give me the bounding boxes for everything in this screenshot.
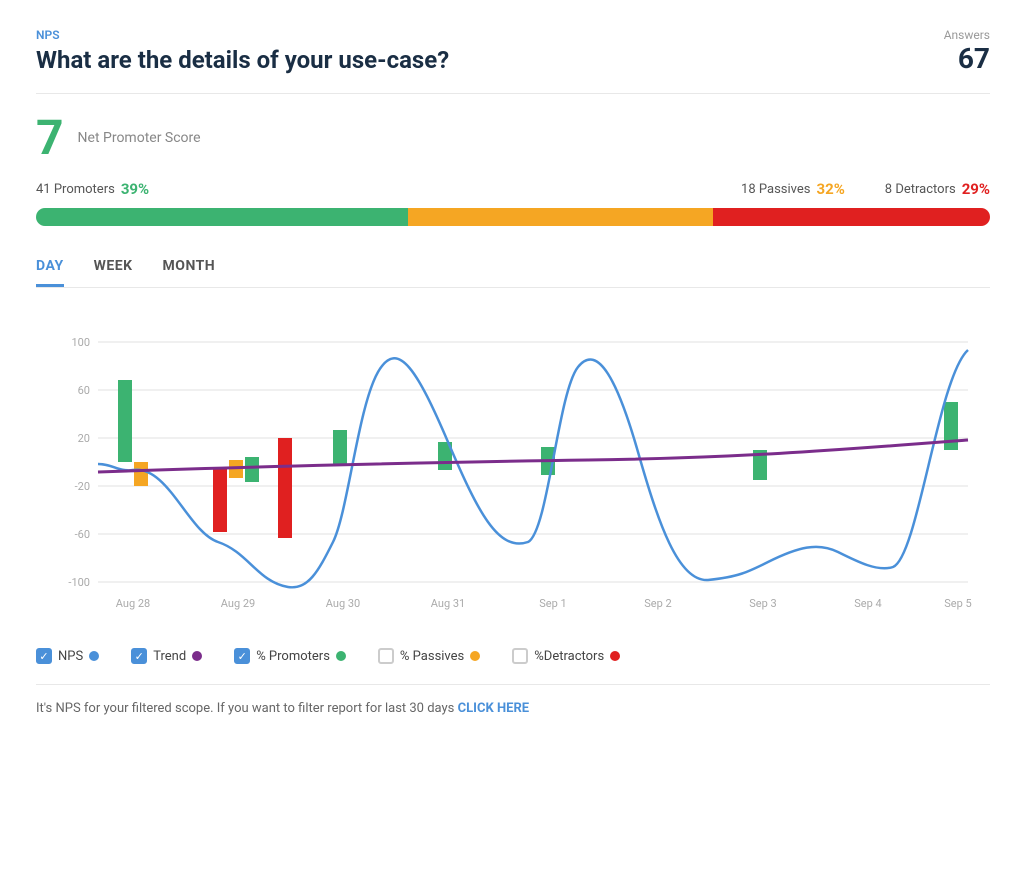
chart-area: 100 60 20 -20 -60 -100 Aug 28 Aug 29 Aug…	[36, 312, 990, 632]
svg-text:Sep 3: Sep 3	[749, 597, 776, 610]
trend-line	[98, 440, 968, 472]
tab-week[interactable]: WEEK	[94, 250, 133, 287]
bar-promoter-1	[118, 380, 132, 462]
detractors-bar	[713, 208, 990, 226]
svg-text:-20: -20	[75, 480, 90, 493]
legend-dot-passives	[470, 651, 480, 661]
nps-label: NPS	[36, 28, 449, 42]
legend-nps: ✓ NPS	[36, 648, 99, 664]
tabs-container: DAY WEEK MONTH	[36, 250, 990, 287]
svg-text:Aug 31: Aug 31	[431, 597, 465, 610]
net-promoter-label: Net Promoter Score	[78, 130, 201, 146]
legend-checkbox-promoters[interactable]: ✓	[234, 648, 250, 664]
svg-text:Sep 4: Sep 4	[854, 597, 881, 610]
tab-month[interactable]: MONTH	[163, 250, 216, 287]
bar-detractor-2	[213, 467, 227, 532]
footer-text: It's NPS for your filtered scope. If you…	[36, 701, 454, 716]
promoters-count: 41 Promoters	[36, 182, 115, 197]
svg-text:Aug 28: Aug 28	[116, 597, 150, 610]
legend-nps-label: NPS	[58, 649, 83, 664]
legend-checkbox-nps[interactable]: ✓	[36, 648, 52, 664]
legend-trend: ✓ Trend	[131, 648, 202, 664]
bar-promoter-3	[333, 430, 347, 465]
footer: It's NPS for your filtered scope. If you…	[36, 684, 990, 716]
answers-value: 67	[958, 42, 990, 75]
legend-passives: % Passives	[378, 648, 480, 664]
legend-checkbox-trend[interactable]: ✓	[131, 648, 147, 664]
legend-promoters-label: % Promoters	[256, 649, 330, 664]
passives-bar	[408, 208, 713, 226]
legend-dot-detractors	[610, 651, 620, 661]
legend-promoters: ✓ % Promoters	[234, 648, 346, 664]
legend-passives-label: % Passives	[400, 649, 464, 664]
svg-text:100: 100	[71, 336, 90, 349]
score-section: 7 Net Promoter Score	[36, 114, 990, 162]
legend-trend-label: Trend	[153, 649, 186, 664]
passives-count: 18 Passives	[741, 182, 810, 197]
detractors-count: 8 Detractors	[885, 182, 956, 197]
page-header: NPS What are the details of your use-cas…	[36, 28, 990, 75]
progress-bar	[36, 208, 990, 226]
nps-score-value: 7	[36, 114, 64, 162]
svg-text:Sep 2: Sep 2	[644, 597, 671, 610]
svg-text:20: 20	[78, 432, 90, 445]
promoters-pct: 39%	[121, 180, 149, 198]
stats-row: 41 Promoters 39% 18 Passives 32% 8 Detra…	[36, 180, 990, 198]
svg-text:-100: -100	[68, 576, 90, 589]
chart-svg: 100 60 20 -20 -60 -100 Aug 28 Aug 29 Aug…	[36, 312, 990, 632]
svg-text:Aug 30: Aug 30	[326, 597, 360, 610]
legend-detractors-label: %Detractors	[534, 649, 604, 664]
tab-day[interactable]: DAY	[36, 250, 64, 287]
svg-text:Sep 1: Sep 1	[539, 597, 566, 610]
legend-dot-nps	[89, 651, 99, 661]
page-title: What are the details of your use-case?	[36, 46, 449, 74]
svg-text:Sep 5: Sep 5	[944, 597, 971, 610]
click-here-link[interactable]: CLICK HERE	[458, 701, 529, 716]
promoters-stat: 41 Promoters 39%	[36, 180, 149, 198]
bar-passive-1	[134, 462, 148, 486]
bar-promoter-2	[245, 457, 259, 482]
legend-dot-promoters	[336, 651, 346, 661]
detractors-pct: 29%	[962, 180, 990, 198]
svg-text:-60: -60	[75, 528, 90, 541]
legend-row: ✓ NPS ✓ Trend ✓ % Promoters % Passives %…	[36, 648, 990, 664]
passives-stat: 18 Passives 32%	[741, 180, 845, 198]
header-divider	[36, 93, 990, 94]
legend-checkbox-passives[interactable]	[378, 648, 394, 664]
svg-text:60: 60	[78, 384, 90, 397]
svg-text:Aug 29: Aug 29	[221, 597, 255, 610]
legend-dot-trend	[192, 651, 202, 661]
answers-label: Answers	[944, 28, 990, 42]
detractors-stat: 8 Detractors 29%	[885, 180, 990, 198]
bar-detractor-2b	[278, 438, 292, 538]
passives-pct: 32%	[816, 180, 844, 198]
promoters-bar	[36, 208, 408, 226]
legend-detractors: %Detractors	[512, 648, 620, 664]
legend-checkbox-detractors[interactable]	[512, 648, 528, 664]
tabs-section: DAY WEEK MONTH	[36, 250, 990, 288]
